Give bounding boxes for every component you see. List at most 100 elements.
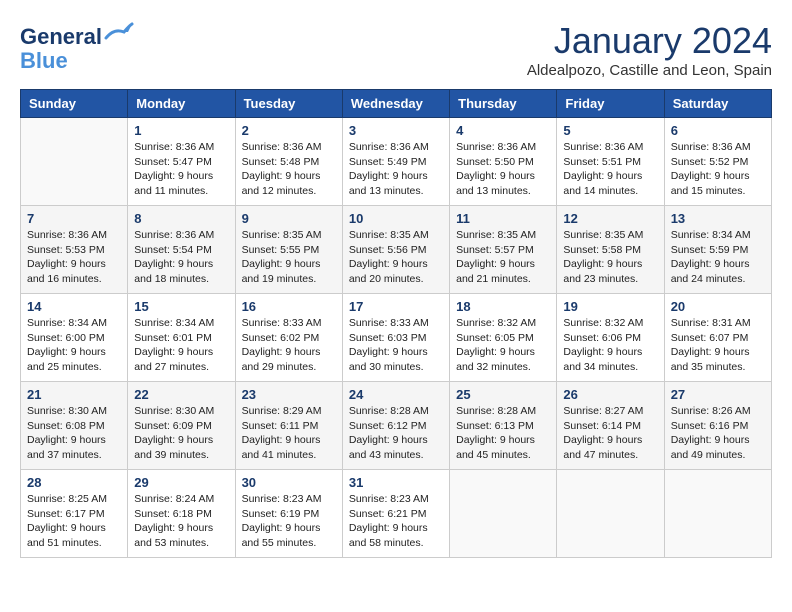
day-info: Sunrise: 8:30 AM Sunset: 6:09 PM Dayligh… <box>134 404 228 463</box>
header-saturday: Saturday <box>664 90 771 118</box>
day-info: Sunrise: 8:25 AM Sunset: 6:17 PM Dayligh… <box>27 492 121 551</box>
day-number: 6 <box>671 123 765 138</box>
calendar-header-row: SundayMondayTuesdayWednesdayThursdayFrid… <box>21 90 772 118</box>
day-number: 20 <box>671 299 765 314</box>
day-number: 31 <box>349 475 443 490</box>
day-info: Sunrise: 8:34 AM Sunset: 6:00 PM Dayligh… <box>27 316 121 375</box>
header-monday: Monday <box>128 90 235 118</box>
day-info: Sunrise: 8:35 AM Sunset: 5:58 PM Dayligh… <box>563 228 657 287</box>
calendar-week-3: 21 Sunrise: 8:30 AM Sunset: 6:08 PM Dayli… <box>21 382 772 470</box>
header-wednesday: Wednesday <box>342 90 449 118</box>
day-info: Sunrise: 8:36 AM Sunset: 5:49 PM Dayligh… <box>349 140 443 199</box>
day-info: Sunrise: 8:23 AM Sunset: 6:21 PM Dayligh… <box>349 492 443 551</box>
month-title: January 2024 <box>527 20 772 62</box>
calendar-week-4: 28Sunrise: 8:25 AM Sunset: 6:17 PM Dayli… <box>21 470 772 558</box>
day-number: 18 <box>456 299 550 314</box>
day-number: 26 <box>563 387 657 402</box>
day-number: 12 <box>563 211 657 226</box>
day-number: 19 <box>563 299 657 314</box>
day-number: 24 <box>349 387 443 402</box>
calendar-cell: 24 Sunrise: 8:28 AM Sunset: 6:12 PM Dayli… <box>342 382 449 470</box>
day-number: 8 <box>134 211 228 226</box>
day-info: Sunrise: 8:24 AM Sunset: 6:18 PM Dayligh… <box>134 492 228 551</box>
calendar-cell <box>557 470 664 558</box>
day-number: 14 <box>27 299 121 314</box>
day-info: Sunrise: 8:32 AM Sunset: 6:06 PM Dayligh… <box>563 316 657 375</box>
day-number: 16 <box>242 299 336 314</box>
day-info: Sunrise: 8:30 AM Sunset: 6:08 PM Dayligh… <box>27 404 121 463</box>
day-number: 25 <box>456 387 550 402</box>
day-info: Sunrise: 8:36 AM Sunset: 5:50 PM Dayligh… <box>456 140 550 199</box>
header-thursday: Thursday <box>450 90 557 118</box>
calendar-cell: 5 Sunrise: 8:36 AM Sunset: 5:51 PM Daylig… <box>557 118 664 206</box>
logo-text: General Blue <box>20 20 134 73</box>
calendar-cell: 2 Sunrise: 8:36 AM Sunset: 5:48 PM Daylig… <box>235 118 342 206</box>
calendar-cell: 15Sunrise: 8:34 AM Sunset: 6:01 PM Dayli… <box>128 294 235 382</box>
calendar-cell: 12 Sunrise: 8:35 AM Sunset: 5:58 PM Dayli… <box>557 206 664 294</box>
calendar-week-1: 7 Sunrise: 8:36 AM Sunset: 5:53 PM Daylig… <box>21 206 772 294</box>
calendar-cell <box>450 470 557 558</box>
day-info: Sunrise: 8:28 AM Sunset: 6:13 PM Dayligh… <box>456 404 550 463</box>
calendar-cell: 19 Sunrise: 8:32 AM Sunset: 6:06 PM Dayli… <box>557 294 664 382</box>
day-info: Sunrise: 8:27 AM Sunset: 6:14 PM Dayligh… <box>563 404 657 463</box>
calendar-table: SundayMondayTuesdayWednesdayThursdayFrid… <box>20 89 772 558</box>
calendar-cell <box>21 118 128 206</box>
day-number: 2 <box>242 123 336 138</box>
calendar-cell <box>664 470 771 558</box>
calendar-cell: 30 Sunrise: 8:23 AM Sunset: 6:19 PM Dayli… <box>235 470 342 558</box>
day-info: Sunrise: 8:34 AM Sunset: 5:59 PM Dayligh… <box>671 228 765 287</box>
calendar-cell: 11 Sunrise: 8:35 AM Sunset: 5:57 PM Dayli… <box>450 206 557 294</box>
calendar-cell: 20Sunrise: 8:31 AM Sunset: 6:07 PM Dayli… <box>664 294 771 382</box>
calendar-cell: 21 Sunrise: 8:30 AM Sunset: 6:08 PM Dayli… <box>21 382 128 470</box>
calendar-cell: 8 Sunrise: 8:36 AM Sunset: 5:54 PM Daylig… <box>128 206 235 294</box>
calendar-cell: 6Sunrise: 8:36 AM Sunset: 5:52 PM Daylig… <box>664 118 771 206</box>
day-number: 27 <box>671 387 765 402</box>
calendar-cell: 28Sunrise: 8:25 AM Sunset: 6:17 PM Dayli… <box>21 470 128 558</box>
day-info: Sunrise: 8:35 AM Sunset: 5:55 PM Dayligh… <box>242 228 336 287</box>
day-info: Sunrise: 8:36 AM Sunset: 5:51 PM Dayligh… <box>563 140 657 199</box>
day-info: Sunrise: 8:35 AM Sunset: 5:57 PM Dayligh… <box>456 228 550 287</box>
calendar-cell: 25 Sunrise: 8:28 AM Sunset: 6:13 PM Dayli… <box>450 382 557 470</box>
logo-blue: Blue <box>20 48 68 73</box>
day-info: Sunrise: 8:36 AM Sunset: 5:54 PM Dayligh… <box>134 228 228 287</box>
day-info: Sunrise: 8:26 AM Sunset: 6:16 PM Dayligh… <box>671 404 765 463</box>
header-sunday: Sunday <box>21 90 128 118</box>
calendar-cell: 13Sunrise: 8:34 AM Sunset: 5:59 PM Dayli… <box>664 206 771 294</box>
calendar-cell: 3Sunrise: 8:36 AM Sunset: 5:49 PM Daylig… <box>342 118 449 206</box>
day-info: Sunrise: 8:33 AM Sunset: 6:02 PM Dayligh… <box>242 316 336 375</box>
day-info: Sunrise: 8:36 AM Sunset: 5:48 PM Dayligh… <box>242 140 336 199</box>
day-info: Sunrise: 8:35 AM Sunset: 5:56 PM Dayligh… <box>349 228 443 287</box>
calendar-cell: 27 Sunrise: 8:26 AM Sunset: 6:16 PM Dayli… <box>664 382 771 470</box>
day-number: 4 <box>456 123 550 138</box>
calendar-cell: 31 Sunrise: 8:23 AM Sunset: 6:21 PM Dayli… <box>342 470 449 558</box>
day-number: 5 <box>563 123 657 138</box>
title-area: January 2024 Aldealpozo, Castille and Le… <box>527 20 772 79</box>
day-number: 7 <box>27 211 121 226</box>
day-info: Sunrise: 8:33 AM Sunset: 6:03 PM Dayligh… <box>349 316 443 375</box>
day-number: 17 <box>349 299 443 314</box>
day-info: Sunrise: 8:28 AM Sunset: 6:12 PM Dayligh… <box>349 404 443 463</box>
day-info: Sunrise: 8:36 AM Sunset: 5:53 PM Dayligh… <box>27 228 121 287</box>
day-number: 29 <box>134 475 228 490</box>
calendar-cell: 1Sunrise: 8:36 AM Sunset: 5:47 PM Daylig… <box>128 118 235 206</box>
day-info: Sunrise: 8:34 AM Sunset: 6:01 PM Dayligh… <box>134 316 228 375</box>
calendar-cell: 18 Sunrise: 8:32 AM Sunset: 6:05 PM Dayli… <box>450 294 557 382</box>
day-info: Sunrise: 8:23 AM Sunset: 6:19 PM Dayligh… <box>242 492 336 551</box>
day-number: 21 <box>27 387 121 402</box>
calendar-cell: 26 Sunrise: 8:27 AM Sunset: 6:14 PM Dayli… <box>557 382 664 470</box>
calendar-cell: 9 Sunrise: 8:35 AM Sunset: 5:55 PM Daylig… <box>235 206 342 294</box>
calendar-cell: 7 Sunrise: 8:36 AM Sunset: 5:53 PM Daylig… <box>21 206 128 294</box>
calendar-cell: 29 Sunrise: 8:24 AM Sunset: 6:18 PM Dayli… <box>128 470 235 558</box>
day-number: 11 <box>456 211 550 226</box>
day-number: 23 <box>242 387 336 402</box>
day-info: Sunrise: 8:29 AM Sunset: 6:11 PM Dayligh… <box>242 404 336 463</box>
day-info: Sunrise: 8:32 AM Sunset: 6:05 PM Dayligh… <box>456 316 550 375</box>
calendar-cell: 17 Sunrise: 8:33 AM Sunset: 6:03 PM Dayli… <box>342 294 449 382</box>
calendar-week-0: 1Sunrise: 8:36 AM Sunset: 5:47 PM Daylig… <box>21 118 772 206</box>
header-friday: Friday <box>557 90 664 118</box>
day-number: 9 <box>242 211 336 226</box>
day-number: 30 <box>242 475 336 490</box>
header-tuesday: Tuesday <box>235 90 342 118</box>
day-info: Sunrise: 8:36 AM Sunset: 5:47 PM Dayligh… <box>134 140 228 199</box>
calendar-cell: 4 Sunrise: 8:36 AM Sunset: 5:50 PM Daylig… <box>450 118 557 206</box>
